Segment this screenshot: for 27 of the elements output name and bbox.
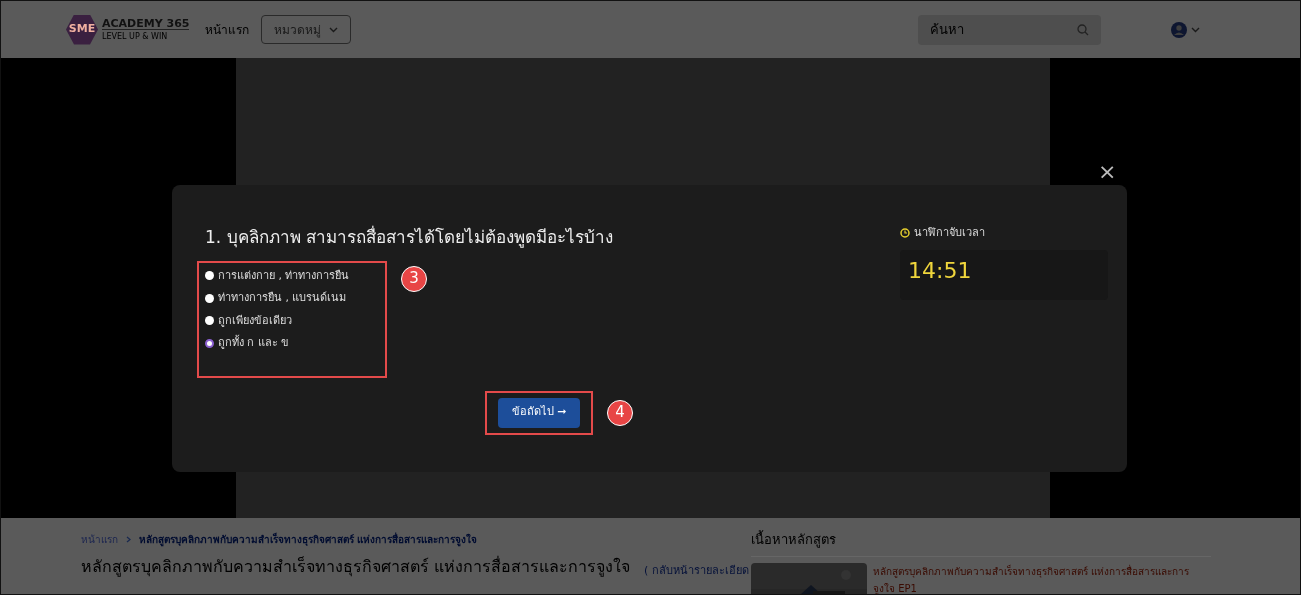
radio-button[interactable] — [205, 271, 214, 281]
logo-mark: SME — [66, 14, 98, 45]
answer-option[interactable]: ถูกทั้ง ก และ ข — [205, 335, 385, 352]
annotation-marker: 3 — [401, 265, 427, 292]
close-button[interactable]: × — [1098, 161, 1117, 183]
search-icon — [1077, 23, 1089, 36]
radio-button[interactable] — [205, 293, 214, 303]
chevron-icon — [126, 536, 131, 543]
annotation-marker: 4 — [607, 399, 633, 426]
caret-icon[interactable] — [1191, 26, 1200, 33]
question-text: 1. บุคลิกภาพ สามารถสื่อสารได้โดยไม่ต้องพูดมีอะไรบ้าง — [205, 225, 615, 250]
logo-tagline: LEVEL UP & WIN — [102, 33, 169, 41]
next-button[interactable]: ข้อถัดไป ➞ — [498, 397, 580, 428]
course-title: หลักสูตรบุคลิกภาพกับความสำเร็จทางธุรกิจศาสตร์ แห่งการสื่อสารและการจูงใจ — [81, 555, 631, 579]
timer-label: นาฬิกาจับเวลา — [914, 225, 985, 241]
clock-icon — [900, 228, 910, 239]
radio-button[interactable] — [205, 316, 214, 326]
answer-option[interactable]: การแต่งกาย , ท่าทางการยืน — [205, 267, 385, 284]
user-avatar-icon[interactable] — [1171, 21, 1187, 38]
contents-heading: เนื้อหาหลักสูตร — [751, 530, 1211, 557]
answer-option[interactable]: ท่าทางการยืน , แบรนด์เนม — [205, 290, 385, 307]
search-field[interactable]: ค้นหา — [918, 14, 1101, 45]
caret-icon — [329, 26, 339, 33]
timer-text: 14:51 — [908, 257, 972, 283]
logo-name: ACADEMY 365 — [102, 18, 190, 30]
radio-button[interactable] — [205, 338, 214, 348]
answer-option[interactable]: ถูกเพียงข้อเดียว — [205, 312, 385, 329]
